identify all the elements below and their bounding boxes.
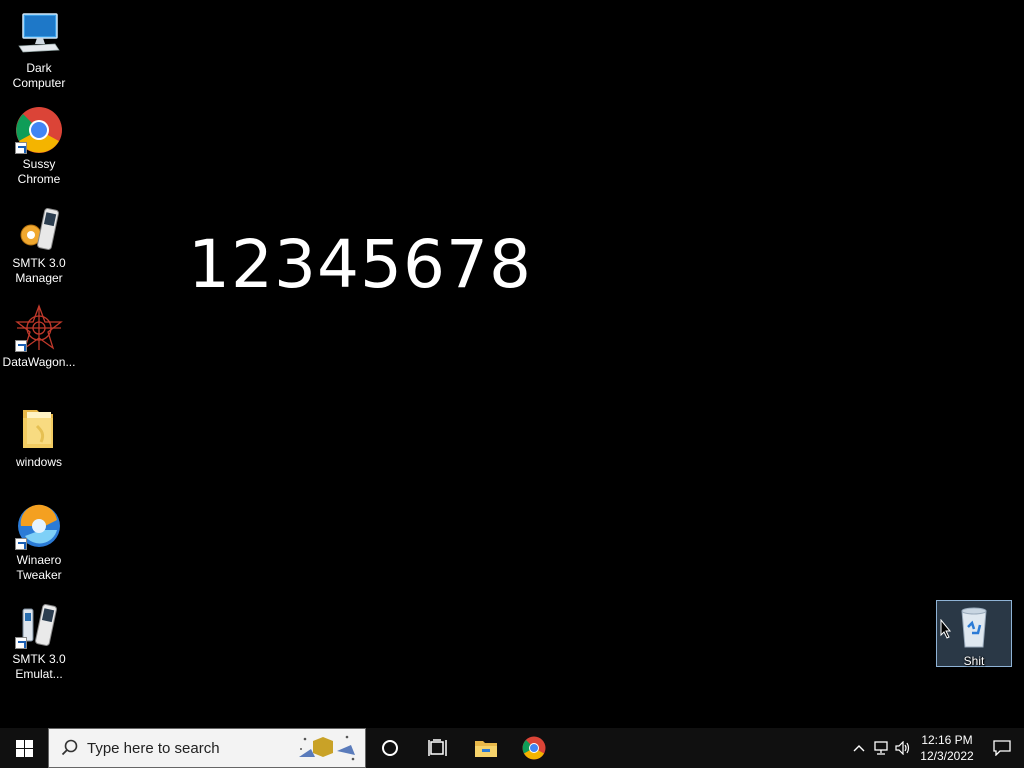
chrome-icon — [15, 106, 63, 154]
desktop-icon-winaero-tweaker[interactable]: Winaero Tweaker — [1, 502, 77, 583]
shortcut-arrow-icon — [15, 538, 27, 550]
search-icon — [61, 739, 78, 756]
phone-gear-icon — [15, 205, 63, 253]
search-placeholder: Type here to search — [87, 739, 220, 757]
desktop-icon-label: Sussy Chrome — [17, 157, 61, 186]
start-button[interactable] — [0, 728, 48, 768]
desktop-icon-label: SMTK 3.0 Emulat... — [12, 652, 66, 681]
winaero-icon — [15, 502, 63, 550]
desktop-icon-label: DataWagon... — [2, 355, 76, 369]
desktop-icon-smtk-manager[interactable]: SMTK 3.0 Manager — [1, 205, 77, 286]
chrome-taskbar-button[interactable] — [510, 728, 558, 768]
desktop-icon-datawagon[interactable]: DataWagon... — [1, 304, 77, 370]
taskbar-clock[interactable]: 12:16 PM 12/3/2022 — [914, 732, 980, 764]
task-view-button[interactable] — [414, 728, 462, 768]
desktop-icon-dark-computer[interactable]: Dark Computer — [1, 10, 77, 91]
file-explorer-taskbar-button[interactable] — [462, 728, 510, 768]
mouse-cursor-icon — [940, 619, 952, 639]
system-tray: 12:16 PM 12/3/2022 — [848, 728, 1024, 768]
action-center-button[interactable] — [980, 728, 1024, 768]
shortcut-arrow-icon — [15, 142, 27, 154]
desktop-icon-label: windows — [15, 455, 63, 469]
taskbar: Type here to search 12:16 PM 12/3/2022 — [0, 728, 1024, 768]
desktop-icon-sussy-chrome[interactable]: Sussy Chrome — [1, 106, 77, 187]
desktop-icon-label: Winaero Tweaker — [16, 553, 62, 582]
clock-date: 12/3/2022 — [920, 749, 974, 763]
clock-time: 12:16 PM — [921, 733, 973, 747]
desktop-icon-smtk-emulator[interactable]: SMTK 3.0 Emulat... — [1, 601, 77, 682]
desktop-icon-label: Shit — [963, 654, 985, 668]
cortana-button[interactable] — [366, 728, 414, 768]
volume-tray-button[interactable] — [892, 728, 914, 768]
shortcut-arrow-icon — [15, 637, 27, 649]
search-highlight-icon — [293, 731, 361, 765]
datawagon-icon — [15, 304, 63, 352]
desktop-number-text: 12345678 — [188, 226, 532, 303]
recycle-bin-icon — [950, 603, 998, 651]
shortcut-arrow-icon — [15, 340, 27, 352]
network-tray-button[interactable] — [870, 728, 892, 768]
chevron-up-icon — [853, 745, 865, 752]
notification-icon — [993, 740, 1011, 756]
file-explorer-icon — [475, 741, 497, 757]
chrome-icon — [522, 736, 546, 760]
desktop-icon-label: SMTK 3.0 Manager — [12, 256, 66, 285]
task-view-icon — [428, 739, 447, 756]
computer-icon — [15, 10, 63, 58]
desktop-icon-label: Dark Computer — [12, 61, 66, 90]
desktop: Dark Computer Sussy Chrome SMTK 3.0 Mana… — [0, 0, 1024, 728]
phone-icon — [15, 601, 63, 649]
desktop-icon-windows-folder[interactable]: windows — [1, 404, 77, 470]
cortana-circle-icon — [382, 740, 398, 756]
taskbar-search-box[interactable]: Type here to search — [48, 728, 366, 768]
network-icon — [874, 741, 888, 755]
show-hidden-icons-button[interactable] — [848, 728, 870, 768]
speaker-icon — [895, 741, 910, 755]
folder-icon — [15, 404, 63, 452]
windows-logo-icon — [15, 739, 33, 757]
